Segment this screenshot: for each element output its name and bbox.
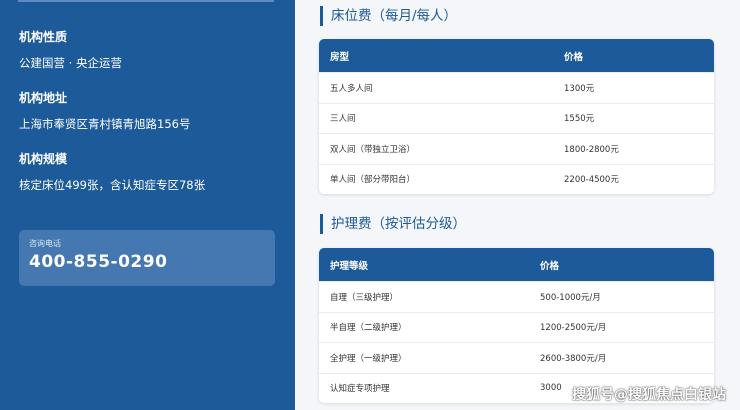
bed-room-type: 双人间（带独立卫浴）: [330, 144, 416, 155]
bed-price: 1550元: [564, 114, 595, 125]
table-row: 双人间（带独立卫浴） 1800-2800元: [319, 133, 714, 164]
table-row: 三人间 1550元: [319, 102, 714, 134]
phone-label: 咨询电话: [29, 239, 61, 248]
care-price-table: 护理等级 价格 自理（三级护理） 500-1000元/月 半自理（二级护理） 1…: [319, 248, 714, 403]
bed-room-type: 三人间: [330, 114, 356, 125]
sidebar: 机构性质 公建国营 · 央企运营 机构地址 上海市奉贤区青村镇青旭路156号 机…: [0, 0, 295, 410]
bed-room-type: 五人多人间: [330, 83, 373, 94]
info-scale-value: 核定床位499张，含认知症专区78张: [19, 178, 206, 192]
bed-price: 1300元: [564, 83, 595, 94]
bed-room-type: 单人间（部分带阳台）: [330, 175, 416, 186]
care-price: 500-1000元/月: [540, 292, 601, 303]
phone-card[interactable]: 咨询电话 400-855-0290: [19, 230, 275, 286]
info-nature-label: 机构性质: [19, 30, 68, 44]
table-row: 全护理（一级护理） 2600-3800元/月: [319, 342, 714, 373]
table-row: 五人多人间 1300元: [319, 72, 714, 103]
bed-price: 2200-4500元: [564, 175, 619, 186]
main-content: 床位费（每月/每人） 房型 价格 五人多人间 1300元 三人间 1550元 双…: [295, 0, 740, 410]
sidebar-top-divider: [18, 0, 274, 2]
info-address: 机构地址 上海市奉贤区青村镇青旭路156号: [19, 91, 190, 132]
info-nature-value: 公建国营 · 央企运营: [19, 56, 122, 70]
info-address-label: 机构地址: [19, 91, 68, 105]
info-scale-label: 机构规模: [19, 152, 68, 166]
care-table-header: 护理等级 价格: [319, 248, 714, 281]
bed-table-header: 房型 价格: [319, 39, 714, 72]
bed-header-room-type: 房型: [330, 51, 350, 63]
bed-header-price: 价格: [564, 51, 584, 63]
table-row: 单人间（部分带阳台） 2200-4500元: [319, 163, 714, 195]
care-price: 3000: [540, 383, 562, 394]
info-nature: 机构性质 公建国营 · 央企运营: [19, 30, 122, 71]
bed-price-table: 房型 价格 五人多人间 1300元 三人间 1550元 双人间（带独立卫浴） 1…: [319, 39, 714, 194]
care-level: 半自理（二级护理）: [330, 323, 407, 334]
info-address-value: 上海市奉贤区青村镇青旭路156号: [19, 117, 191, 131]
care-price: 2600-3800元/月: [540, 353, 607, 364]
bed-price: 1800-2800元: [564, 144, 619, 155]
table-row: 自理（三级护理） 500-1000元/月: [319, 281, 714, 312]
watermark: 搜狐号@搜狐焦点白银站: [572, 387, 726, 403]
care-header-level: 护理等级: [330, 260, 369, 272]
care-level: 全护理（一级护理）: [330, 353, 407, 364]
info-scale: 机构规模 核定床位499张，含认知症专区78张: [19, 152, 205, 193]
care-header-price: 价格: [540, 260, 560, 272]
care-level: 自理（三级护理）: [330, 292, 399, 303]
table-row: 半自理（二级护理） 1200-2500元/月: [319, 311, 714, 343]
bed-section-title: 床位费（每月/每人）: [320, 6, 457, 26]
phone-number[interactable]: 400-855-0290: [29, 251, 265, 273]
care-level: 认知症专项护理: [330, 384, 390, 395]
care-section-title: 护理费（按评估分级）: [320, 214, 466, 234]
care-price: 1200-2500元/月: [540, 323, 607, 334]
